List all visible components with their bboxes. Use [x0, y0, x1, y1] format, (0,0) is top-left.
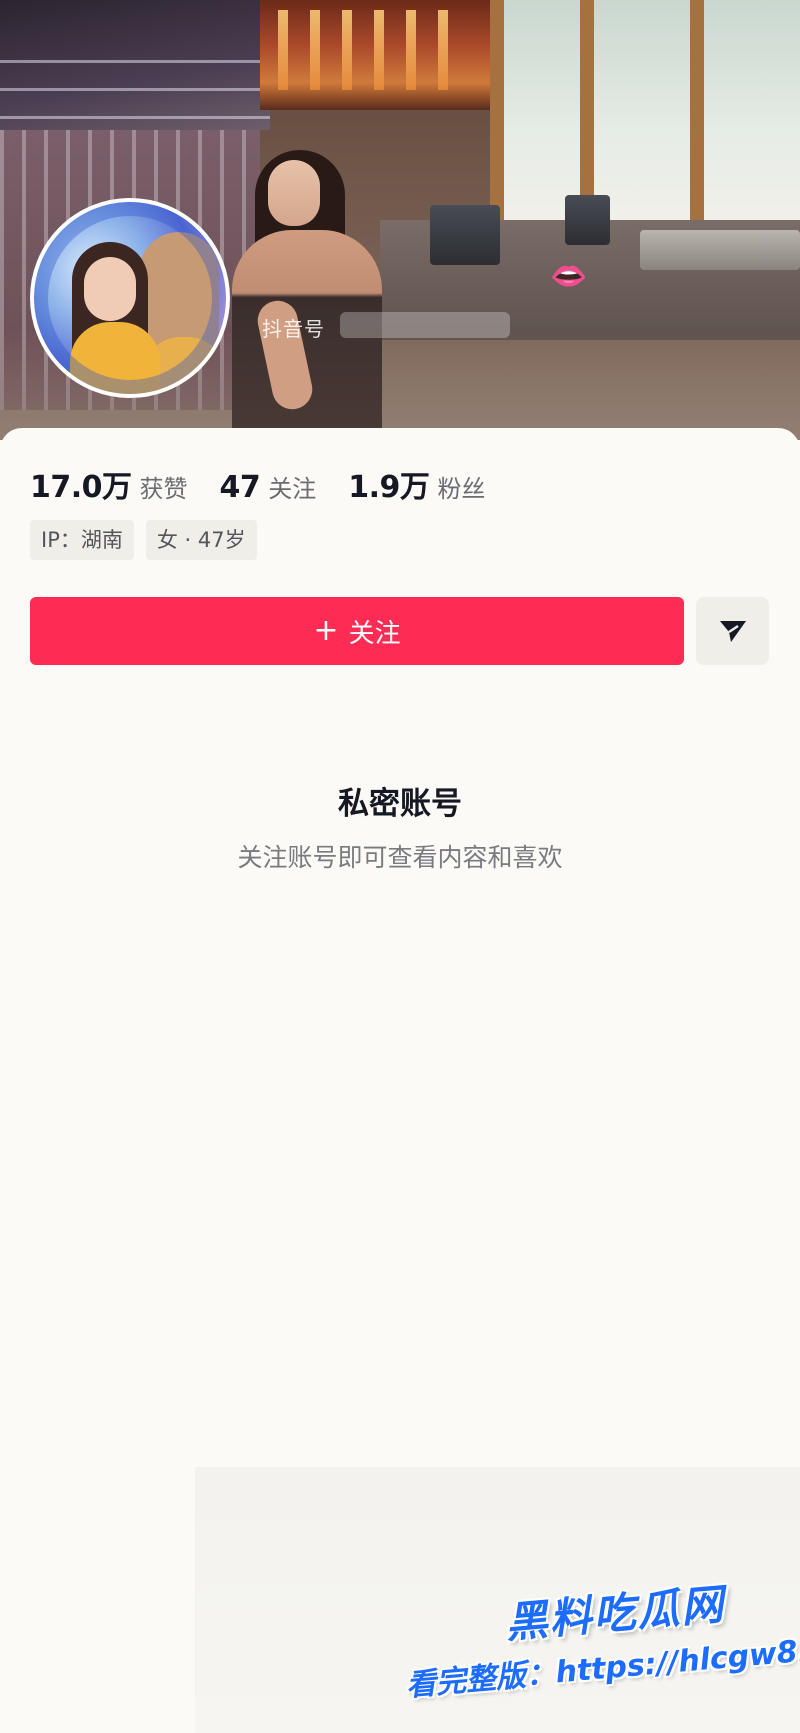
cover-bar-light	[310, 10, 320, 90]
cover-bar-light	[438, 10, 448, 90]
gender-age-tag: 女 · 47岁	[145, 520, 257, 560]
cover-ceiling	[0, 0, 270, 130]
cover-bar-light	[342, 10, 352, 90]
douyin-id-value-blurred	[340, 312, 510, 338]
paper-plane-icon	[719, 621, 746, 642]
avatar-ring	[34, 202, 226, 394]
stat-followers[interactable]: 1.9万 粉丝	[348, 462, 485, 506]
cover-ceiling-light	[0, 88, 270, 91]
private-account-subtitle: 关注账号即可查看内容和喜欢	[237, 843, 563, 872]
stat-following-label: 关注	[268, 475, 317, 503]
cover-window	[490, 0, 800, 240]
stat-followers-label: 粉丝	[437, 475, 486, 503]
plus-icon: +	[313, 613, 339, 648]
cover-machine	[565, 195, 610, 245]
cover-machine	[430, 205, 500, 265]
profile-tags: IP：湖南 女 · 47岁	[30, 520, 269, 560]
follow-button[interactable]: + 关注	[30, 597, 684, 665]
cover-bar-light	[406, 10, 416, 90]
profile-page: 👄 抖音号 17.0万 获赞 47 关注 1.9万 粉丝 IP：湖南 女 · 4…	[0, 0, 800, 1733]
ip-location-tag: IP：湖南	[30, 520, 134, 560]
share-button[interactable]	[696, 597, 769, 665]
douyin-id-label: 抖音号	[262, 317, 325, 341]
profile-stats: 17.0万 获赞 47 关注 1.9万 粉丝	[30, 462, 517, 506]
cover-espresso-machine	[640, 230, 800, 270]
stat-likes-label: 获赞	[139, 475, 188, 503]
cover-bar-light	[374, 10, 384, 90]
stat-following[interactable]: 47 关注	[220, 469, 317, 505]
follow-button-label: 关注	[348, 618, 401, 649]
cover-bar-light	[278, 10, 288, 90]
cover-ceiling-light	[0, 60, 270, 63]
avatar[interactable]	[30, 198, 230, 398]
stat-likes[interactable]: 17.0万 获赞	[30, 462, 188, 506]
cover-ceiling-light	[0, 116, 270, 119]
lips-emoji: 👄	[550, 259, 588, 294]
cover-person-face	[268, 160, 320, 226]
private-account-title: 私密账号	[338, 786, 462, 822]
stat-followers-value: 1.9万	[348, 470, 430, 505]
stat-likes-value: 17.0万	[30, 470, 132, 505]
stat-following-value: 47	[219, 470, 261, 505]
